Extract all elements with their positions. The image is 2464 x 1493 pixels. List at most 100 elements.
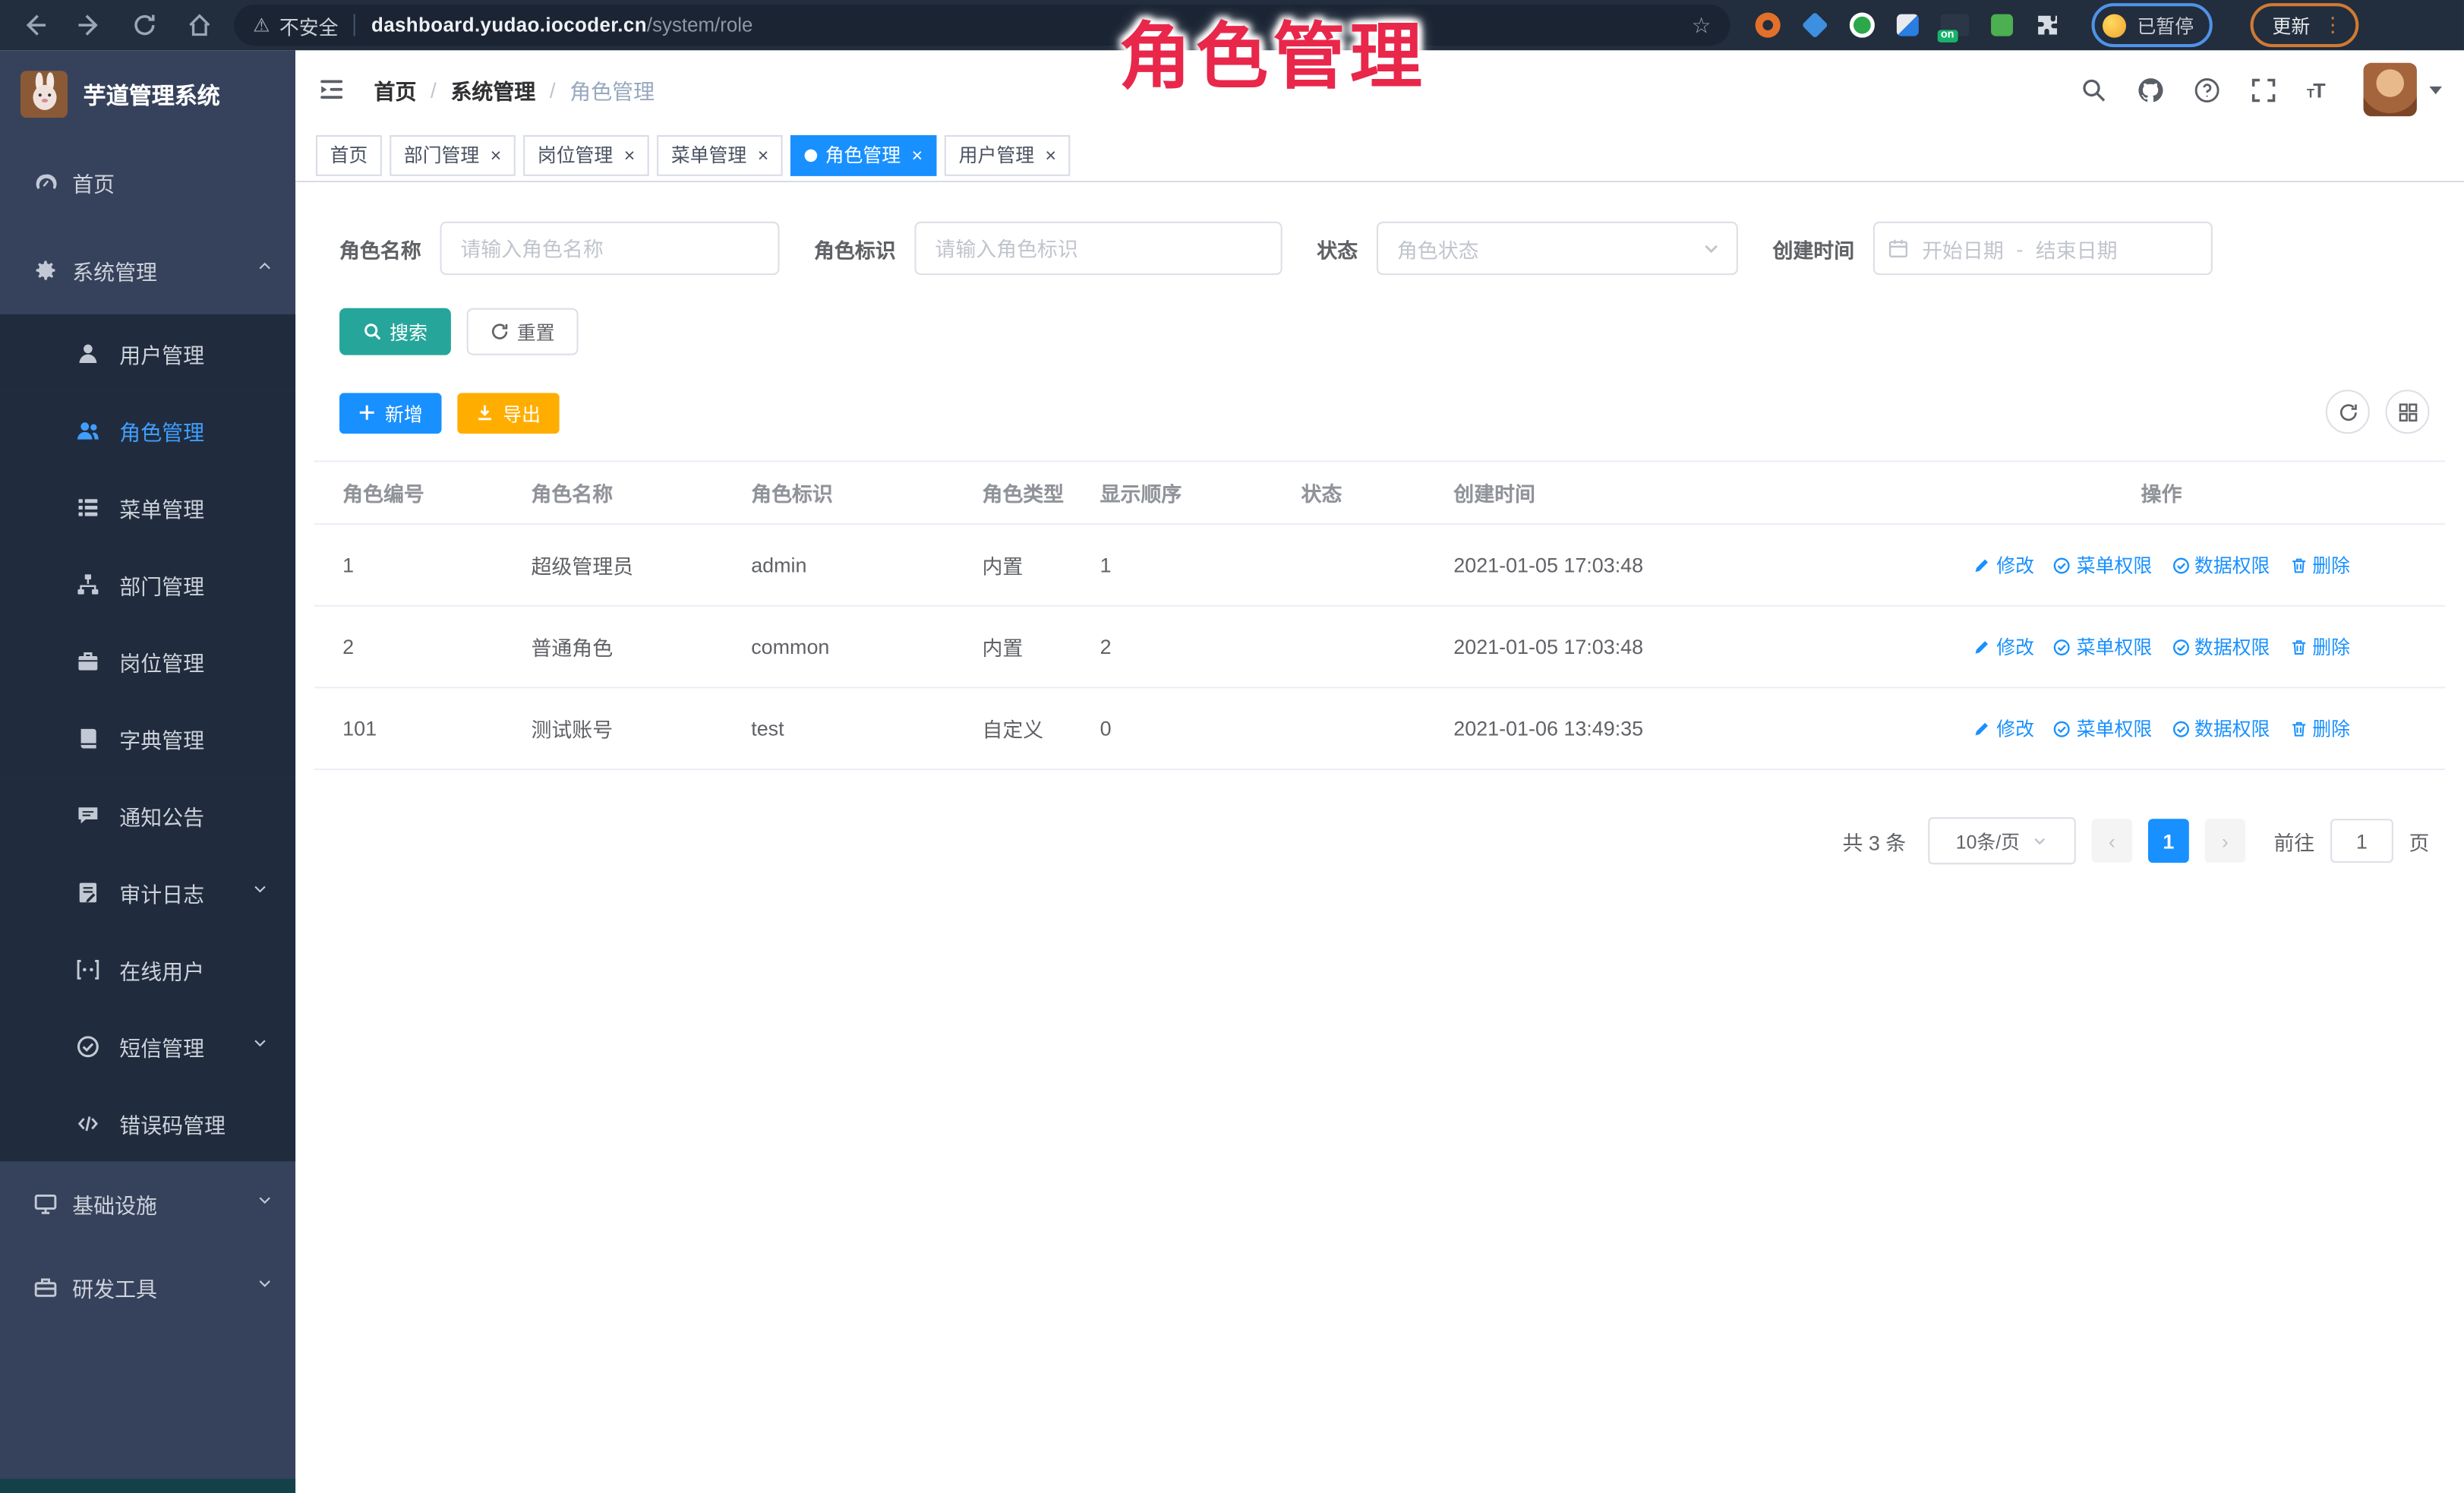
page-1-button[interactable]: 1: [2148, 819, 2189, 863]
search-icon[interactable]: [2081, 76, 2107, 103]
address-bar[interactable]: ⚠ 不安全 dashboard.yudao.iocoder.cn /system…: [234, 5, 1730, 46]
sidebar-menu: 首页系统管理用户管理角色管理菜单管理部门管理岗位管理字典管理通知公告审计日志在线…: [0, 138, 295, 1328]
overlay-annotation-title: 角色管理: [1118, 0, 1427, 104]
trash-icon: [2289, 719, 2308, 738]
tab-首页[interactable]: 首页: [316, 134, 382, 175]
row-actions: 修改菜单权限数据权限删除: [1878, 551, 2445, 578]
column-settings-button[interactable]: [2386, 390, 2430, 434]
tab-label: 菜单管理: [671, 141, 746, 168]
close-icon[interactable]: ×: [624, 145, 636, 164]
sidebar-item-用户管理[interactable]: 用户管理: [0, 314, 295, 391]
next-page-button[interactable]: ›: [2204, 819, 2245, 863]
sidebar-item-通知公告[interactable]: 通知公告: [0, 776, 295, 853]
not-secure-label: 不安全: [279, 10, 339, 39]
refresh-table-button[interactable]: [2326, 390, 2370, 434]
back-icon[interactable]: [22, 13, 47, 38]
chevron-down-icon: [2429, 86, 2442, 93]
breadcrumb-item-首页[interactable]: 首页: [374, 74, 417, 105]
action-修改[interactable]: 修改: [1973, 633, 2034, 660]
tab-label: 部门管理: [404, 141, 479, 168]
cell-name: 普通角色: [531, 632, 751, 661]
extension-green-bot-icon[interactable]: [1991, 14, 2013, 36]
home-icon[interactable]: [187, 13, 212, 38]
action-菜单权限[interactable]: 菜单权限: [2053, 633, 2152, 660]
sidebar-item-角色管理[interactable]: 角色管理: [0, 391, 295, 468]
refresh-icon: [491, 322, 510, 341]
extension-duo-icon[interactable]: [1897, 14, 1919, 36]
table-toolbar: 新增 导出: [339, 393, 2464, 434]
tab-部门管理[interactable]: 部门管理 ×: [390, 134, 516, 175]
sidebar-item-短信管理[interactable]: 短信管理: [0, 1008, 295, 1084]
user-avatar-menu[interactable]: [2364, 63, 2442, 116]
close-icon[interactable]: ×: [758, 145, 769, 164]
close-icon[interactable]: ×: [912, 145, 923, 164]
bookmark-star-icon[interactable]: ☆: [1692, 12, 1712, 39]
action-菜单权限[interactable]: 菜单权限: [2053, 715, 2152, 742]
status-select[interactable]: 角色状态: [1377, 222, 1738, 275]
profile-paused-pill[interactable]: 已暂停: [2092, 3, 2213, 47]
tab-菜单管理[interactable]: 菜单管理 ×: [657, 134, 783, 175]
action-菜单权限[interactable]: 菜单权限: [2053, 551, 2152, 578]
goto-page-input[interactable]: [2330, 819, 2393, 863]
action-删除[interactable]: 删除: [2289, 715, 2350, 742]
create-time-range-picker[interactable]: 开始日期 - 结束日期: [1873, 222, 2213, 275]
browser-update-button[interactable]: 更新 ⋮: [2251, 3, 2359, 47]
url-divider: [354, 14, 355, 36]
role-name-input[interactable]: [440, 222, 779, 275]
font-size-icon[interactable]: TT: [2307, 76, 2333, 103]
sidebar-item-基础设施[interactable]: 基础设施: [0, 1161, 295, 1245]
close-icon[interactable]: ×: [1046, 145, 1057, 164]
extensions-puzzle-icon[interactable]: [2035, 13, 2060, 38]
sidebar-collapse-icon[interactable]: [317, 75, 345, 103]
action-数据权限[interactable]: 数据权限: [2171, 633, 2270, 660]
close-icon[interactable]: ×: [491, 145, 502, 164]
sidebar-item-在线用户[interactable]: 在线用户: [0, 930, 295, 1007]
action-数据权限[interactable]: 数据权限: [2171, 715, 2270, 742]
action-数据权限[interactable]: 数据权限: [2171, 551, 2270, 578]
role-key-input[interactable]: [915, 222, 1282, 275]
help-icon[interactable]: [2194, 76, 2220, 103]
action-修改[interactable]: 修改: [1973, 715, 2034, 742]
extension-orange-icon[interactable]: [1756, 13, 1781, 38]
date-range-separator: -: [2016, 236, 2023, 260]
sidebar-item-研发工具[interactable]: 研发工具: [0, 1245, 295, 1328]
sidebar-item-错误码管理[interactable]: 错误码管理: [0, 1084, 295, 1161]
action-修改[interactable]: 修改: [1973, 551, 2034, 578]
reset-button[interactable]: 重置: [467, 308, 579, 355]
extension-gem-icon[interactable]: [1802, 12, 1828, 39]
prev-page-button[interactable]: ‹: [2091, 819, 2132, 863]
fullscreen-icon[interactable]: [2251, 76, 2277, 103]
sidebar-item-部门管理[interactable]: 部门管理: [0, 545, 295, 622]
github-icon[interactable]: [2137, 76, 2164, 103]
svg-text:T: T: [2307, 85, 2314, 99]
sidebar-item-字典管理[interactable]: 字典管理: [0, 699, 295, 776]
page-size-select[interactable]: 10条/页: [1928, 817, 2076, 864]
sidebar-item-label: 系统管理: [72, 254, 157, 286]
breadcrumb-item-系统管理[interactable]: 系统管理: [450, 74, 535, 105]
menu-list-icon: [75, 494, 100, 519]
sidebar-item-岗位管理[interactable]: 岗位管理: [0, 623, 295, 699]
tab-岗位管理[interactable]: 岗位管理×: [523, 134, 649, 175]
sidebar-item-菜单管理[interactable]: 菜单管理: [0, 469, 295, 545]
cell-key: test: [751, 717, 982, 740]
cell-id: 1: [342, 553, 531, 576]
add-button[interactable]: 新增: [339, 393, 442, 434]
search-button[interactable]: 搜索: [339, 308, 451, 355]
app-logo-row[interactable]: 芋道管理系统: [0, 50, 295, 138]
browser-menu-kebab-icon[interactable]: ⋮: [2323, 17, 2343, 33]
extension-green-circle-icon[interactable]: [1850, 13, 1875, 38]
tab-角色管理[interactable]: 角色管理×: [790, 134, 937, 175]
action-删除[interactable]: 删除: [2289, 633, 2350, 660]
sidebar-item-系统管理[interactable]: 系统管理: [0, 226, 295, 314]
table-row: 2普通角色common内置22021-01-05 17:03:48修改菜单权限数…: [314, 607, 2445, 689]
sidebar-item-审计日志[interactable]: 审计日志: [0, 854, 295, 930]
row-actions: 修改菜单权限数据权限删除: [1878, 633, 2445, 660]
action-删除[interactable]: 删除: [2289, 551, 2350, 578]
forward-icon[interactable]: [77, 13, 102, 38]
tab-label: 用户管理: [959, 141, 1034, 168]
reload-icon[interactable]: [132, 13, 157, 38]
extension-on-badge-icon[interactable]: [1941, 14, 1969, 36]
tab-用户管理[interactable]: 用户管理 ×: [945, 134, 1071, 175]
export-button[interactable]: 导出: [457, 393, 560, 434]
sidebar-item-首页[interactable]: 首页: [0, 138, 295, 226]
